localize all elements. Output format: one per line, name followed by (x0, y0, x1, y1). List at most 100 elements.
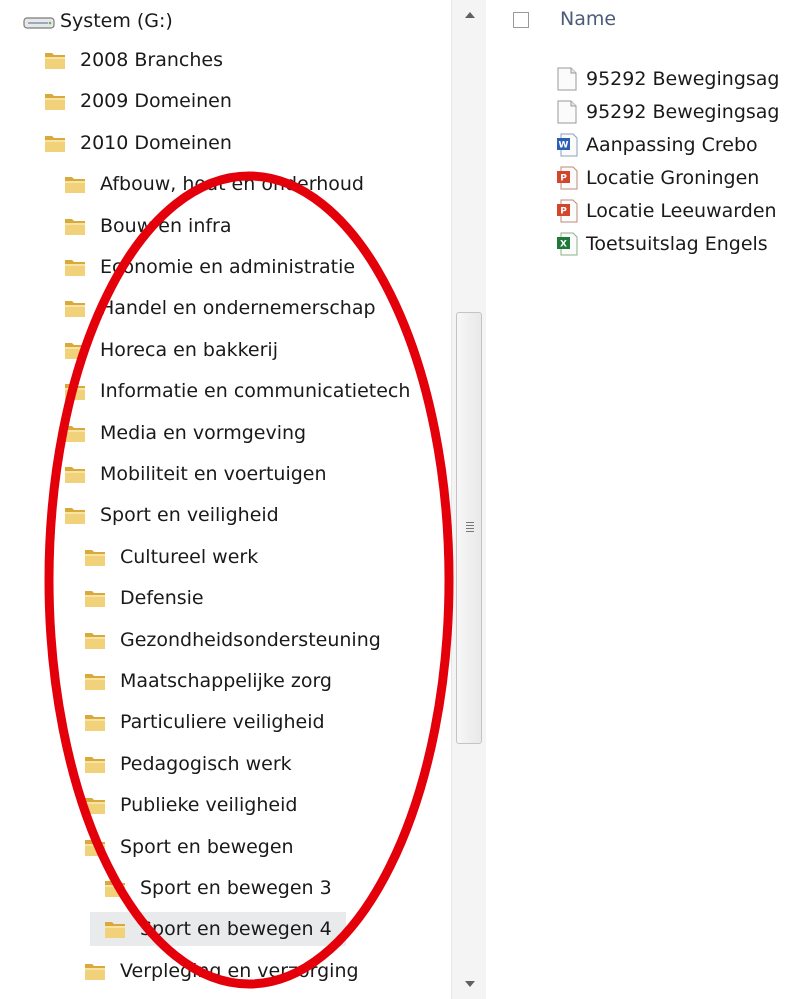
tree-item-label: Defensie (120, 587, 204, 610)
file-row[interactable]: X Toetsuitslag Engels (556, 227, 768, 261)
folder-icon (64, 257, 86, 277)
folder-icon (64, 381, 86, 401)
folder-icon (64, 216, 86, 236)
tree-item-label: Media en vormgeving (100, 421, 307, 444)
tree-item-label: Afbouw, hout en onderhoud (100, 173, 364, 196)
folder-icon (84, 547, 106, 567)
folder-icon (84, 795, 106, 815)
word-file-icon: W (556, 133, 578, 157)
tree-item-folder[interactable]: Economie en administratie (64, 250, 355, 284)
svg-text:P: P (560, 174, 567, 184)
select-all-checkbox[interactable] (513, 12, 529, 28)
tree-item-label: Cultureel werk (120, 545, 259, 568)
drive-icon (22, 12, 56, 30)
folder-icon (84, 754, 106, 774)
tree-item-folder[interactable]: Publieke veiligheid (84, 788, 297, 822)
tree-item-folder[interactable]: Media en vormgeving (64, 416, 306, 450)
tree-item-folder[interactable]: Maatschappelijke zorg (84, 664, 332, 698)
file-name: 95292 Bewegingsag (586, 101, 780, 123)
tree-item-folder[interactable]: Sport en bewegen 3 (104, 871, 332, 905)
tree-item-label: Sport en bewegen (120, 835, 294, 858)
tree-item-label: Publieke veiligheid (120, 794, 298, 817)
tree-item-label: Bouw en infra (100, 214, 232, 237)
generic-file-icon (556, 67, 578, 91)
tree-item-folder[interactable]: Handel en ondernemerschap (64, 291, 376, 325)
file-name: Toetsuitslag Engels (586, 233, 768, 255)
tree-item-folder[interactable]: Gezondheidsondersteuning (84, 623, 381, 657)
folder-icon (84, 961, 106, 981)
scroll-up-arrow-icon[interactable] (452, 0, 487, 30)
tree-item-label: Sport en bewegen 3 (140, 877, 332, 899)
tree-item-folder[interactable]: 2010 Domeinen (44, 126, 232, 160)
folder-icon (104, 878, 126, 898)
file-row[interactable]: 95292 Bewegingsag (556, 95, 779, 129)
tree-item-folder[interactable]: Cultureel werk (84, 540, 258, 574)
folder-icon (84, 712, 106, 732)
tree-item-drive[interactable]: System (G:) (22, 4, 173, 38)
tree-item-folder[interactable]: Sport en veiligheid (64, 498, 279, 532)
powerpoint-file-icon: P (556, 199, 578, 223)
tree-item-label: 2010 Domeinen (80, 131, 232, 154)
folder-icon (44, 50, 66, 70)
tree-item-label: Horeca en bakkerij (100, 338, 278, 361)
folder-icon (44, 91, 66, 111)
file-row[interactable]: W Aanpassing Crebo (556, 128, 758, 162)
folder-icon (64, 423, 86, 443)
pane-splitter[interactable] (486, 0, 498, 999)
tree-item-label: Handel en ondernemerschap (100, 297, 376, 320)
tree-item-label: 2008 Branches (80, 49, 224, 71)
folder-icon (64, 340, 86, 360)
tree-item-folder[interactable]: 2008 Branches (44, 43, 223, 77)
folder-icon (64, 464, 86, 484)
tree-item-folder[interactable]: Pedagogisch werk (84, 747, 292, 781)
powerpoint-file-icon: P (556, 166, 578, 190)
folder-icon (44, 133, 66, 153)
tree-item-label: Gezondheidsondersteuning (120, 628, 381, 651)
tree-item-label: Pedagogisch werk (120, 752, 292, 775)
tree-item-folder[interactable]: Informatie en communicatietech (64, 374, 410, 408)
folder-icon (104, 919, 126, 939)
column-header-name[interactable]: Name (560, 8, 616, 30)
folder-icon (84, 630, 106, 650)
file-name: 95292 Bewegingsag (586, 68, 780, 90)
tree-item-label: Sport en bewegen 4 (140, 918, 332, 941)
tree-item-label: Maatschappelijke zorg (120, 670, 332, 692)
folder-icon (84, 837, 106, 857)
excel-file-icon: X (556, 232, 578, 256)
scroll-down-arrow-icon[interactable] (452, 969, 487, 999)
folder-icon (64, 298, 86, 318)
tree-item-folder[interactable]: Sport en bewegen 4 (90, 912, 346, 947)
svg-text:P: P (560, 207, 567, 217)
tree-item-folder[interactable]: Horeca en bakkerij (64, 333, 278, 367)
tree-item-folder[interactable]: Afbouw, hout en onderhoud (64, 167, 364, 201)
folder-icon (84, 671, 106, 691)
tree-item-label: 2009 Domeinen (80, 90, 232, 113)
grip-icon (466, 522, 474, 532)
folder-icon (84, 588, 106, 608)
file-name: Aanpassing Crebo (586, 134, 758, 156)
file-name: Locatie Groningen (586, 167, 760, 189)
tree-item-folder[interactable]: Bouw en infra (64, 209, 232, 243)
tree-item-label: Particuliere veiligheid (120, 711, 325, 734)
file-list-pane: Name 95292 Bewegingsag 95292 Bewegingsag W… (498, 0, 810, 999)
tree-item-folder[interactable]: Sport en bewegen (84, 830, 294, 864)
scroll-thumb[interactable] (456, 312, 482, 744)
tree-item-label: System (G:) (60, 10, 173, 32)
navigation-pane: System (G:) 2008 Branches 2009 Domeinen 20… (0, 0, 462, 999)
svg-text:X: X (560, 240, 567, 250)
tree-item-folder[interactable]: Particuliere veiligheid (84, 705, 325, 739)
folder-icon (64, 174, 86, 194)
file-row[interactable]: P Locatie Groningen (556, 161, 759, 195)
tree-item-label: Verpleging en verzorging (120, 959, 359, 982)
tree-item-folder[interactable]: Mobiliteit en voertuigen (64, 457, 327, 491)
file-row[interactable]: 95292 Bewegingsag (556, 62, 779, 96)
folder-icon (64, 505, 86, 525)
tree-item-folder[interactable]: Verpleging en verzorging (84, 954, 359, 988)
file-row[interactable]: P Locatie Leeuwarden (556, 194, 777, 228)
tree-item-folder[interactable]: Defensie (84, 581, 204, 615)
tree-item-folder[interactable]: 2009 Domeinen (44, 84, 232, 118)
tree-item-label: Economie en administratie (100, 256, 356, 278)
svg-text:W: W (559, 141, 569, 151)
tree-item-label: Sport en veiligheid (100, 504, 279, 527)
nav-scrollbar[interactable] (451, 0, 487, 999)
